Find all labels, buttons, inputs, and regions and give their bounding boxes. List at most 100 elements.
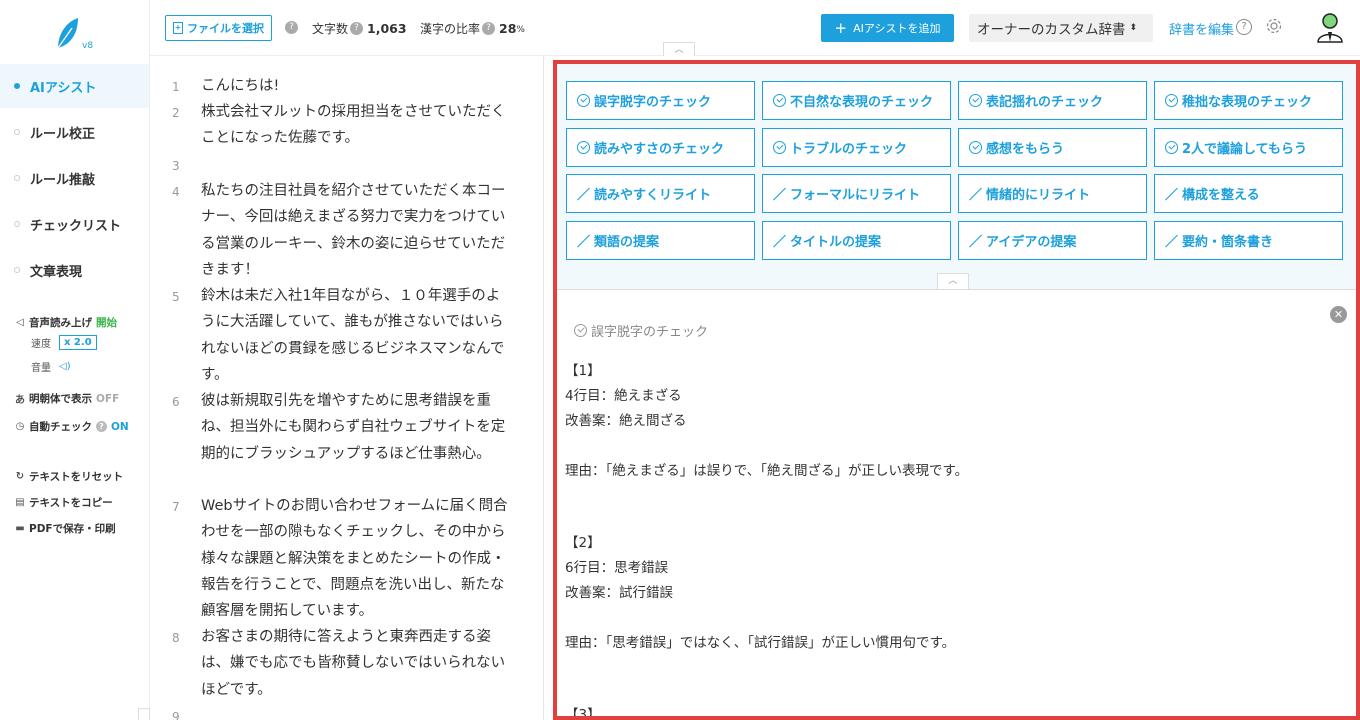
editor-line[interactable]: 私たちの注目社員を紹介させていただく本コーナー、今回は絶えまざる努力で実力をつけ…	[201, 178, 511, 283]
check-circle-icon	[1165, 94, 1178, 107]
char-count: 文字数 ? 1,063	[312, 21, 407, 36]
pencil-icon: ／	[1165, 235, 1179, 250]
ai-button-rewrite-formal[interactable]: ／フォーマルにリライト	[762, 174, 951, 213]
collapse-toggle-icon[interactable]: ︿	[663, 42, 695, 56]
pencil-icon: ／	[773, 235, 787, 250]
print-icon: ▬	[15, 523, 25, 534]
editor-line[interactable]: 鈴木は未だ入社1年目ながら、１０年選手のように大活躍していて、誰もが推さないでは…	[201, 283, 511, 388]
ai-button-notation-check[interactable]: 表記揺れのチェック	[958, 81, 1147, 120]
collapse-toggle-icon[interactable]: ︿	[937, 273, 969, 289]
pencil-icon: ／	[969, 235, 983, 250]
ai-button-trouble-check[interactable]: トラブルのチェック	[762, 128, 951, 167]
avatar-icon[interactable]	[1315, 12, 1345, 44]
editor-line[interactable]: Webサイトのお問い合わせフォームに届く問合わせを一部の隙もなくチェックし、その…	[201, 493, 511, 624]
pdf-print-button[interactable]: ▬ PDFで保存・印刷	[14, 521, 115, 536]
pencil-icon: ／	[969, 188, 983, 203]
dictionary-select[interactable]: オーナーのカスタム辞書 ⬍	[969, 14, 1153, 42]
volume-icon[interactable]: ◁)	[59, 361, 71, 372]
ai-button-summarize[interactable]: ／要約・箇条書き	[1154, 221, 1343, 260]
help-icon[interactable]: ?	[1236, 19, 1252, 35]
nav-dot-icon	[14, 267, 20, 273]
result-line: 改善案：試行錯誤	[565, 585, 673, 601]
copy-text-button[interactable]: ▤ テキストをコピー	[14, 495, 112, 510]
result-line: 6行目：思考錯誤	[565, 560, 669, 576]
ai-result: ✕ 誤字脱字のチェック 【1】 4行目：絶えまざる 改善案：絶え間ざる 理由：「…	[557, 291, 1356, 716]
pencil-icon: ／	[577, 235, 591, 250]
file-icon: +	[173, 22, 183, 34]
add-ai-assist-button[interactable]: + AIアシストを追加	[821, 14, 954, 42]
ai-button-unnatural-check[interactable]: 不自然な表現のチェック	[762, 81, 951, 120]
check-circle-icon	[969, 94, 982, 107]
logo-icon[interactable]: v8	[52, 14, 98, 54]
select-arrows-icon: ⬍	[1129, 23, 1138, 33]
tts-start-link[interactable]: 開始	[96, 315, 117, 330]
check-circle-icon	[773, 94, 786, 107]
ai-button-restructure[interactable]: ／構成を整える	[1154, 174, 1343, 213]
reset-icon: ↻	[15, 471, 25, 482]
editor-line[interactable]: 彼は新規取引先を増やすために思考錯誤を重ね、担当外にも関わらず自社ウェブサイトを…	[201, 388, 511, 467]
font-icon: あ	[15, 395, 25, 406]
ai-button-title-suggest[interactable]: ／タイトルの提案	[762, 221, 951, 260]
tts-volume-row: 音量 ◁)	[31, 361, 71, 374]
close-icon[interactable]: ✕	[1330, 306, 1347, 323]
timer-icon: ◷	[15, 421, 25, 432]
result-title: 誤字脱字のチェック	[574, 321, 708, 340]
nav-checklist[interactable]: チェックリスト	[0, 202, 149, 246]
ai-assist-panel: 誤字脱字のチェック 不自然な表現のチェック 表記揺れのチェック 稚拙な表現のチェ…	[553, 60, 1360, 720]
reset-text-button[interactable]: ↻ テキストをリセット	[14, 469, 123, 484]
editor-line[interactable]: お客さまの期待に答えようと東奔西走する姿は、嫌でも応でも皆称賛しないではいられな…	[201, 624, 511, 703]
speed-toggle[interactable]: x 2.0	[59, 335, 97, 350]
ai-button-discussion[interactable]: 2人で議論してもらう	[1154, 128, 1343, 167]
nav-dot-icon	[14, 83, 20, 89]
check-circle-icon	[773, 141, 786, 154]
ai-button-readability-check[interactable]: 読みやすさのチェック	[566, 128, 755, 167]
nav-expression[interactable]: 文章表現	[0, 248, 149, 292]
file-select-button[interactable]: + ファイルを選択	[165, 15, 272, 41]
nav-dot-icon	[14, 129, 20, 135]
check-circle-icon	[969, 141, 982, 154]
nav-rule-proofread[interactable]: ルール校正	[0, 110, 149, 154]
svg-text:v8: v8	[82, 41, 93, 51]
tts-speed-row: 速度 x 2.0	[31, 335, 97, 350]
auto-check-row[interactable]: ◷ 自動チェック ? ON	[14, 419, 129, 434]
help-icon[interactable]: ?	[482, 22, 496, 35]
pencil-icon: ／	[773, 188, 787, 203]
editor-line[interactable]: 株式会社マルットの採用担当をさせていただくことになった佐藤です。	[201, 99, 511, 152]
scroll-handle[interactable]	[138, 708, 150, 720]
kanji-ratio: 漢字の比率 ? 28 %	[420, 21, 525, 36]
ai-button-feedback[interactable]: 感想をもらう	[958, 128, 1147, 167]
help-icon[interactable]: ?	[350, 22, 364, 35]
header: + ファイルを選択 ? 文字数 ? 1,063 漢字の比率 ? 28 % + A…	[150, 0, 1360, 56]
copy-icon: ▤	[15, 497, 25, 508]
ai-button-idea-suggest[interactable]: ／アイデアの提案	[958, 221, 1147, 260]
result-line: 改善案：絶え間ざる	[565, 413, 687, 429]
ai-button-immature-check[interactable]: 稚拙な表現のチェック	[1154, 81, 1343, 120]
nav-rule-refine[interactable]: ルール推敲	[0, 156, 149, 200]
check-circle-icon	[577, 141, 590, 154]
ai-button-rewrite-emotional[interactable]: ／情緒的にリライト	[958, 174, 1147, 213]
result-line: 4行目：絶えまざる	[565, 388, 682, 404]
ai-button-synonyms[interactable]: ／類語の提案	[566, 221, 755, 260]
ai-button-rewrite-readable[interactable]: ／読みやすくリライト	[566, 174, 755, 213]
result-line: 【2】	[565, 535, 601, 551]
tts-row: ◁ 音声読み上げ 開始	[14, 315, 117, 330]
ai-button-grid: 誤字脱字のチェック 不自然な表現のチェック 表記揺れのチェック 稚拙な表現のチェ…	[557, 64, 1356, 290]
result-line: 【1】	[565, 363, 601, 379]
editor-line[interactable]: こんにちは!	[201, 73, 511, 99]
nav-dot-icon	[14, 221, 20, 227]
mincho-row[interactable]: あ 明朝体で表示 OFF	[14, 391, 119, 407]
nav-dot-icon	[14, 175, 20, 181]
speaker-icon: ◁	[16, 317, 24, 328]
result-line: 理由：「思考錯誤」ではなく、「試行錯誤」が正しい慣用句です。	[565, 635, 956, 651]
help-icon[interactable]: ?	[285, 21, 298, 34]
check-circle-icon	[1165, 141, 1178, 154]
gear-icon[interactable]	[1264, 16, 1284, 36]
sidebar: v8 AIアシスト ルール校正 ルール推敲 チェックリスト 文章表現 ◁ 音声読…	[0, 0, 150, 720]
text-editor[interactable]: 1 こんにちは! 2 株式会社マルットの採用担当をさせていただくことになった佐藤…	[150, 56, 544, 720]
check-circle-icon	[577, 94, 590, 107]
pencil-icon: ／	[577, 188, 591, 203]
nav-ai-assist[interactable]: AIアシスト	[0, 64, 149, 108]
edit-dictionary-link[interactable]: 辞書を編集	[1169, 19, 1234, 38]
ai-button-typo-check[interactable]: 誤字脱字のチェック	[566, 81, 755, 120]
help-icon[interactable]: ?	[96, 421, 107, 432]
